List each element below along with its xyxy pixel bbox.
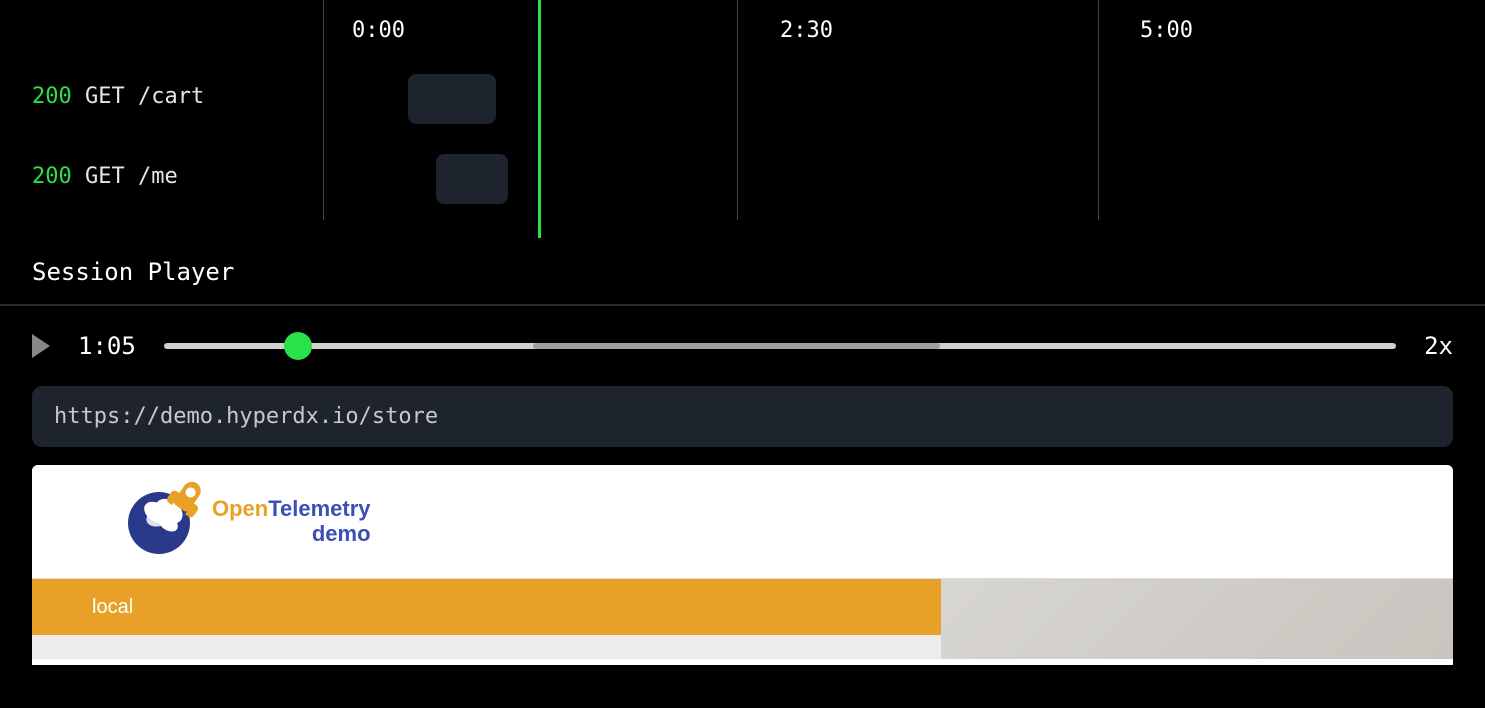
http-path: /cart	[138, 84, 204, 109]
logo-text: OpenTelemetry demo	[212, 497, 371, 545]
span-block[interactable]	[436, 154, 508, 204]
time-tick: 5:00	[1140, 18, 1193, 43]
planet-rocket-icon	[122, 482, 202, 562]
trace-label: 200 GET /me	[32, 164, 178, 189]
player-controls: 1:05 2x	[0, 306, 1485, 386]
http-method: GET	[85, 164, 125, 189]
site-logo: OpenTelemetry demo	[122, 482, 371, 562]
scrubber[interactable]	[164, 336, 1396, 356]
url-bar: https://demo.hyperdx.io/store	[32, 386, 1453, 447]
time-tick: 2:30	[780, 18, 833, 43]
replay-content-left: local	[32, 579, 941, 659]
scrubber-buffer	[533, 343, 940, 349]
playback-speed[interactable]: 2x	[1424, 332, 1453, 360]
time-tick: 0:00	[352, 18, 405, 43]
span-block[interactable]	[408, 74, 496, 124]
session-replay-frame: OpenTelemetry demo local	[32, 465, 1453, 665]
local-tag: local	[32, 579, 941, 635]
section-title: Session Player	[0, 240, 1485, 304]
replay-content-right	[941, 579, 1453, 659]
scrubber-thumb[interactable]	[284, 332, 312, 360]
trace-label: 200 GET /cart	[32, 84, 204, 109]
http-method: GET	[85, 84, 125, 109]
play-button[interactable]	[32, 334, 50, 358]
status-code: 200	[32, 84, 72, 109]
trace-row[interactable]: 200 GET /cart	[0, 72, 1485, 128]
status-code: 200	[32, 164, 72, 189]
replay-site-header: OpenTelemetry demo	[32, 465, 1453, 579]
current-time: 1:05	[78, 332, 136, 360]
replay-site-body: local	[32, 579, 1453, 659]
http-path: /me	[138, 164, 178, 189]
timeline-area: 0:00 2:30 5:00 200 GET /cart 200 GET /me	[0, 0, 1485, 240]
time-ruler: 0:00 2:30 5:00	[0, 10, 1485, 50]
trace-row[interactable]: 200 GET /me	[0, 152, 1485, 208]
